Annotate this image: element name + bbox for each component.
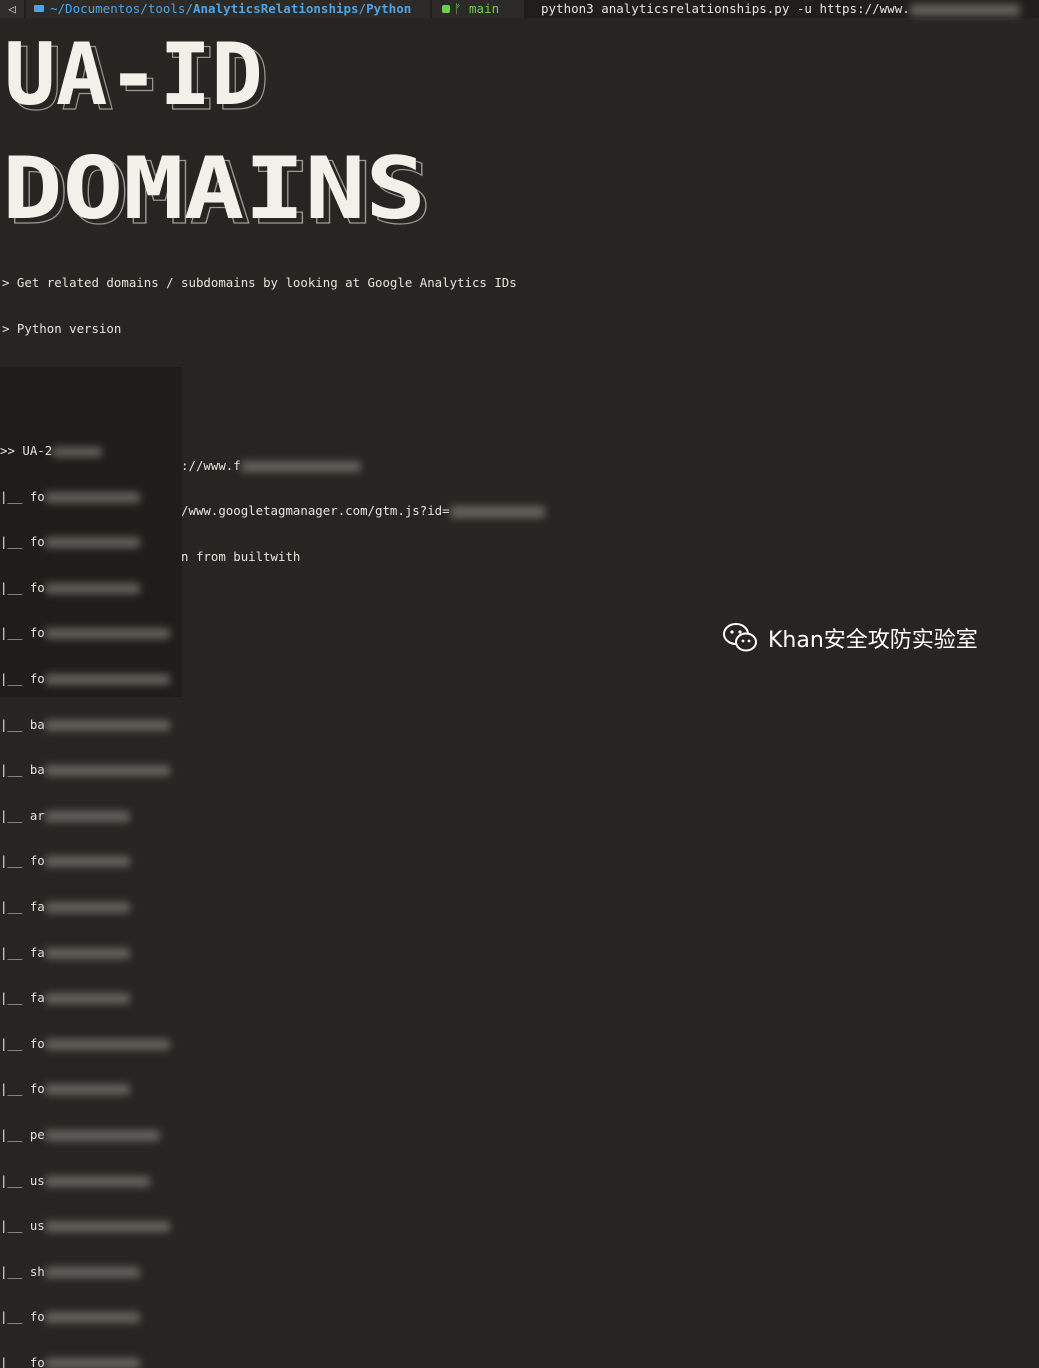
- list-item: |__ us: [0, 1218, 170, 1233]
- redacted-ua: [52, 446, 103, 457]
- banner-line-2: DOMAINS DOMAINS: [2, 139, 433, 230]
- list-item: |__ us: [0, 1173, 170, 1188]
- path-prefix: ~/Documentos/tools/: [50, 1, 193, 16]
- list-item: |__ fo: [0, 1355, 170, 1368]
- list-item: |__ ba: [0, 717, 170, 732]
- command-line[interactable]: python3 analyticsrelationships.py -u htt…: [541, 0, 1020, 18]
- git-branch: main: [469, 1, 500, 16]
- list-item: |__ ar: [0, 808, 170, 823]
- list-item: |__ fo: [0, 853, 170, 868]
- branch-icon: ᚠ: [454, 1, 470, 16]
- list-item: |__ fo: [0, 1081, 170, 1096]
- git-icon: [442, 5, 450, 13]
- ascii-banner: .bt { font-family:"DejaVu Sans Mono", mo…: [0, 30, 470, 230]
- list-item: |__ ba: [0, 762, 170, 777]
- watermark: Khan安全攻防实验室: [722, 620, 978, 656]
- domains-output: >> UA-2 |__ fo |__ fo |__ fo |__ fo |__ …: [0, 367, 182, 1368]
- path-repo: AnalyticsRelationships: [193, 1, 359, 16]
- command-text: python3 analyticsrelationships.py -u htt…: [541, 1, 910, 16]
- svg-text:UA-ID: UA-ID: [4, 30, 263, 125]
- list-item: |__ fa: [0, 945, 170, 960]
- list-item: |__ fo: [0, 1309, 170, 1324]
- folder-icon: [34, 5, 44, 12]
- ua-id-text: >> UA-2: [0, 443, 53, 459]
- list-item: |__ fa: [0, 990, 170, 1005]
- redacted-gtm-id: [449, 505, 545, 518]
- path-segment: ~/Documentos/tools/AnalyticsRelationship…: [26, 0, 430, 18]
- list-item: |__ fa: [0, 899, 170, 914]
- list-item: |__ fo: [0, 625, 170, 640]
- list-item: |__ fo: [0, 489, 170, 504]
- results-list: >> UA-2 |__ fo |__ fo |__ fo |__ fo |__ …: [0, 413, 170, 1368]
- os-segment: ◁: [0, 0, 24, 18]
- path-separator: /: [358, 1, 367, 16]
- svg-text:DOMAINS: DOMAINS: [2, 139, 426, 230]
- banner-line-1: UA-ID UA-ID: [4, 30, 269, 131]
- watermark-text: Khan安全攻防实验室: [768, 628, 978, 653]
- info-line-version: > Python version: [2, 321, 122, 336]
- git-segment: ᚠ main: [432, 0, 524, 18]
- info-line-description: > Get related domains / subdomains by lo…: [2, 275, 517, 291]
- redacted-url: [240, 460, 361, 472]
- list-item: |__ fo: [0, 1036, 170, 1051]
- wechat-icon: [722, 622, 758, 654]
- path-leaf: Python: [366, 1, 412, 16]
- redacted-domain: [909, 3, 1020, 16]
- apple-icon: ◁: [8, 1, 16, 16]
- ua-id-line: >> UA-2: [0, 443, 170, 458]
- list-item: |__ fo: [0, 580, 170, 595]
- terminal-prompt-bar: ◁ ~/Documentos/tools/AnalyticsRelationsh…: [0, 0, 1039, 18]
- list-item: |__ pe: [0, 1127, 170, 1142]
- list-item: |__ fo: [0, 534, 170, 549]
- list-item: |__ sh: [0, 1264, 170, 1279]
